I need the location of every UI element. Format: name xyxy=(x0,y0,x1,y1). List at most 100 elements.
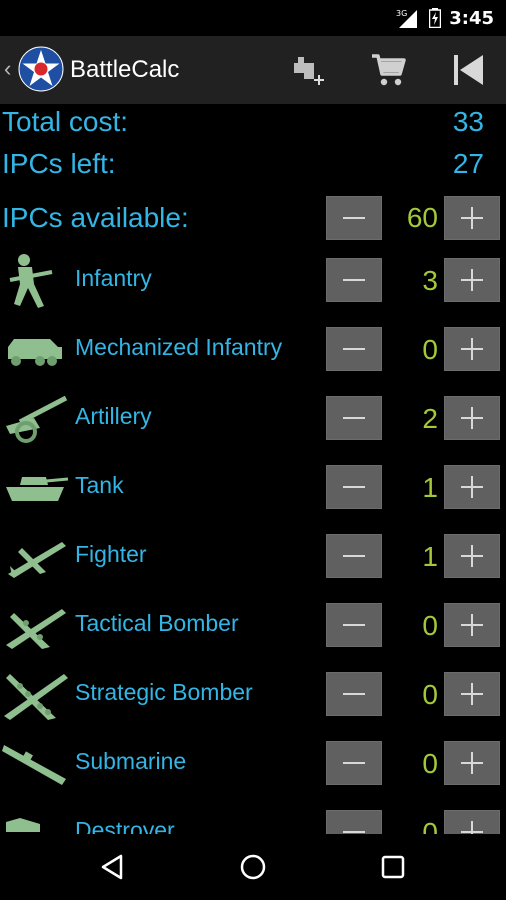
unit-name: Artillery xyxy=(75,403,152,429)
unit-qty: 1 xyxy=(422,541,438,572)
navigation-bar xyxy=(0,834,506,900)
unit-qty: 0 xyxy=(422,748,438,779)
fighter-icon xyxy=(8,542,66,578)
minus-icon xyxy=(343,555,365,557)
add-units-button[interactable] xyxy=(280,36,340,104)
destroyer-icon xyxy=(6,818,40,832)
increment-button[interactable] xyxy=(444,810,500,834)
total-cost-label: Total cost: xyxy=(2,106,129,137)
unit-name: Tank xyxy=(75,472,124,498)
decrement-button[interactable] xyxy=(326,534,382,578)
unit-qty: 0 xyxy=(422,817,438,834)
minus-icon xyxy=(343,762,365,764)
decrement-button[interactable] xyxy=(326,465,382,509)
unit-calculator: Total cost: 33 IPCs left: 27 IPCs availa… xyxy=(0,104,506,834)
total-cost-row: Total cost: 33 xyxy=(0,106,506,150)
unit-name: Strategic Bomber xyxy=(75,679,253,705)
increment-button[interactable] xyxy=(444,396,500,440)
add-units-icon xyxy=(294,57,324,85)
home-button[interactable] xyxy=(213,834,293,900)
roundel-logo xyxy=(18,46,64,92)
decrement-button[interactable] xyxy=(326,327,382,371)
decrement-button[interactable] xyxy=(326,258,382,302)
minus-icon xyxy=(343,279,365,281)
plus-icon-v xyxy=(471,207,473,229)
minus-icon xyxy=(343,348,365,350)
minus-icon xyxy=(343,693,365,695)
action-bar: ‹ BattleCalc xyxy=(0,36,506,104)
unit-qty: 0 xyxy=(422,610,438,641)
ipcs-left-label: IPCs left: xyxy=(2,148,116,179)
decrement-button[interactable] xyxy=(326,672,382,716)
status-time: 3:45 xyxy=(449,7,494,29)
minus-icon xyxy=(343,486,365,488)
unit-name: Fighter xyxy=(75,541,147,567)
unit-qty: 1 xyxy=(422,472,438,503)
unit-qty: 0 xyxy=(422,679,438,710)
cart-icon xyxy=(372,54,406,86)
ipcs-available-value: 60 xyxy=(406,202,438,233)
minus-icon xyxy=(343,417,365,419)
app-title: BattleCalc xyxy=(70,56,180,83)
plus-icon-v xyxy=(471,683,473,705)
decrement-button[interactable] xyxy=(326,603,382,647)
minus-icon xyxy=(343,831,365,833)
decrement-button[interactable] xyxy=(326,396,382,440)
unit-row-tank: Tank 1 xyxy=(0,453,506,522)
increment-button[interactable] xyxy=(444,603,500,647)
submarine-icon xyxy=(2,745,66,785)
plus-icon-v xyxy=(471,407,473,429)
ipcs-left-value: 27 xyxy=(452,148,484,179)
skip-back-icon xyxy=(454,55,483,85)
unit-name: Mechanized Infantry xyxy=(75,334,283,360)
cart-button[interactable] xyxy=(358,36,418,104)
total-cost-value: 33 xyxy=(452,106,484,137)
unit-name: Infantry xyxy=(75,265,152,291)
unit-row-mechanized-infantry: Mechanized Infantry 0 xyxy=(0,315,506,384)
ipcs-increment-button[interactable] xyxy=(444,196,500,240)
back-icon xyxy=(101,854,123,880)
reset-button[interactable] xyxy=(438,36,498,104)
increment-button[interactable] xyxy=(444,534,500,578)
unit-row-strategic-bomber: Strategic Bomber 0 xyxy=(0,660,506,729)
plus-icon-v xyxy=(471,614,473,636)
decrement-button[interactable] xyxy=(326,810,382,834)
status-bar: 3G 3:45 xyxy=(0,0,506,36)
network-type: 3G xyxy=(396,9,407,18)
recents-button[interactable] xyxy=(353,834,433,900)
plus-icon-v xyxy=(471,821,473,834)
unit-row-submarine: Submarine 0 xyxy=(0,729,506,798)
minus-icon xyxy=(343,217,365,219)
unit-name: Destroyer xyxy=(75,817,175,834)
recents-icon xyxy=(381,855,405,879)
signal-icon: 3G xyxy=(396,9,418,28)
increment-button[interactable] xyxy=(444,258,500,302)
increment-button[interactable] xyxy=(444,465,500,509)
decrement-button[interactable] xyxy=(326,741,382,785)
ipcs-available-row: IPCs available: 60 xyxy=(0,194,506,242)
unit-name: Tactical Bomber xyxy=(75,610,239,636)
increment-button[interactable] xyxy=(444,672,500,716)
unit-qty: 0 xyxy=(422,334,438,365)
unit-name: Submarine xyxy=(75,748,187,774)
ipcs-decrement-button[interactable] xyxy=(326,196,382,240)
unit-row-fighter: Fighter 1 xyxy=(0,522,506,591)
back-button[interactable] xyxy=(72,834,152,900)
tank-icon xyxy=(6,477,69,501)
increment-button[interactable] xyxy=(444,741,500,785)
battery-icon xyxy=(429,8,442,28)
plus-icon-v xyxy=(471,476,473,498)
plus-icon-v xyxy=(471,545,473,567)
unit-row-destroyer: Destroyer 0 xyxy=(0,798,506,834)
strategic-bomber-icon xyxy=(4,674,68,720)
home-up-button[interactable]: ‹ BattleCalc xyxy=(0,36,200,104)
unit-row-infantry: Infantry 3 xyxy=(0,246,506,315)
plus-icon-v xyxy=(471,269,473,291)
unit-qty: 3 xyxy=(422,265,438,296)
increment-button[interactable] xyxy=(444,327,500,371)
plus-icon-v xyxy=(471,752,473,774)
tactical-bomber-icon xyxy=(6,609,66,649)
ipcs-available-label: IPCs available: xyxy=(2,202,189,233)
infantry-icon xyxy=(9,254,53,308)
ipcs-left-row: IPCs left: 27 xyxy=(0,148,506,192)
